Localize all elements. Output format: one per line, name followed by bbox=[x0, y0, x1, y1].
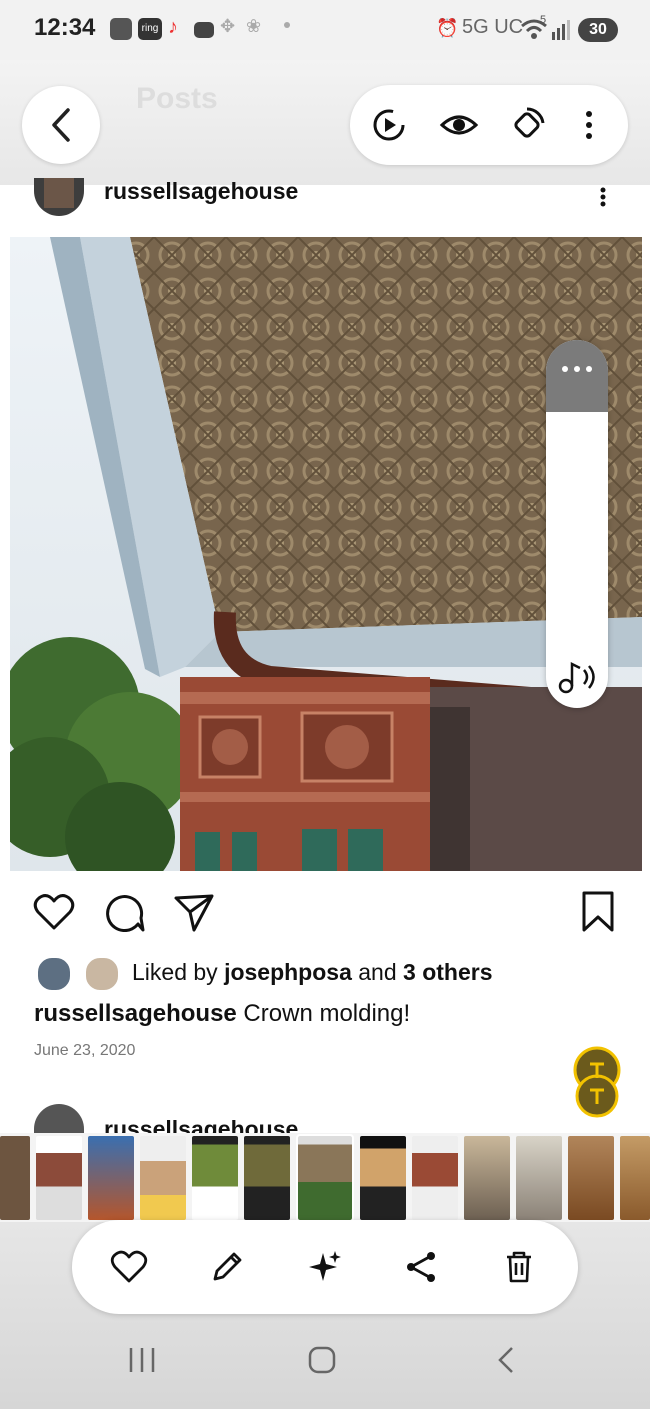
signal-superscript: 5 bbox=[540, 14, 547, 26]
edit-icon bbox=[213, 1252, 242, 1281]
liked-by-prefix: Liked by bbox=[132, 959, 225, 985]
thumbnail[interactable] bbox=[88, 1136, 134, 1220]
sparkle-icon bbox=[309, 1251, 341, 1281]
network-type: 5G UC bbox=[462, 16, 524, 38]
back-button[interactable] bbox=[22, 86, 100, 164]
rotate-button[interactable] bbox=[504, 102, 550, 148]
share-button[interactable] bbox=[398, 1244, 444, 1290]
back-icon bbox=[498, 1347, 513, 1373]
post-date: June 23, 2020 bbox=[34, 1042, 136, 1059]
thumbnail[interactable] bbox=[568, 1136, 614, 1220]
thumbnail-selected[interactable] bbox=[296, 1134, 354, 1222]
liked-by-text[interactable]: Liked by josephposa and 3 others bbox=[132, 959, 493, 986]
cast-icon bbox=[110, 18, 132, 40]
fan-icon: ❀ bbox=[246, 16, 262, 36]
status-time: 12:34 bbox=[34, 14, 96, 41]
view-button[interactable] bbox=[436, 102, 482, 148]
recent-apps-button[interactable] bbox=[122, 1340, 162, 1380]
alarm-icon: ⏰ bbox=[436, 18, 459, 38]
volume-slider-header bbox=[546, 340, 608, 412]
ai-enhance-button[interactable] bbox=[302, 1244, 348, 1290]
post-caption: russellsagehouse Crown molding! bbox=[34, 1000, 410, 1028]
dots-icon: ✥ bbox=[220, 16, 236, 36]
recent-apps-icon bbox=[129, 1348, 155, 1372]
thumbnail[interactable] bbox=[140, 1136, 186, 1220]
comment-icon[interactable] bbox=[102, 890, 146, 934]
heart-icon bbox=[110, 1250, 148, 1283]
like-icon[interactable] bbox=[32, 890, 76, 934]
home-button[interactable] bbox=[302, 1340, 342, 1380]
play-motion-icon bbox=[373, 109, 405, 141]
battery-indicator: 30 bbox=[578, 18, 618, 42]
rotate-icon bbox=[514, 107, 545, 138]
thumbnail[interactable] bbox=[192, 1136, 238, 1220]
volume-slider[interactable] bbox=[546, 340, 608, 708]
thumbnail[interactable] bbox=[244, 1136, 290, 1220]
home-icon bbox=[308, 1346, 336, 1374]
thumbnail[interactable] bbox=[464, 1136, 510, 1220]
text-extract-icon[interactable] bbox=[566, 1046, 624, 1118]
post-username[interactable]: russellsagehouse bbox=[104, 178, 298, 205]
favorite-button[interactable] bbox=[106, 1244, 152, 1290]
thumbnail[interactable] bbox=[412, 1136, 458, 1220]
eye-icon bbox=[439, 115, 479, 135]
more-notifications-dot bbox=[284, 22, 290, 28]
liker-avatar-1[interactable] bbox=[36, 956, 72, 992]
mail-icon bbox=[194, 22, 214, 38]
bookmark-icon[interactable] bbox=[576, 890, 620, 934]
tiktok-icon: ♪ bbox=[168, 16, 178, 38]
share-icon bbox=[407, 1252, 435, 1282]
more-options-button[interactable] bbox=[566, 102, 612, 148]
post-more-icon[interactable] bbox=[596, 186, 610, 212]
thumbnail[interactable] bbox=[620, 1136, 650, 1220]
nav-back-button[interactable] bbox=[486, 1340, 526, 1380]
more-vertical-icon bbox=[586, 111, 592, 139]
liked-by-user[interactable]: josephposa bbox=[224, 959, 352, 985]
liked-by-and: and bbox=[351, 959, 404, 985]
liker-avatar-2[interactable] bbox=[84, 956, 120, 992]
caption-username[interactable]: russellsagehouse bbox=[34, 1000, 237, 1027]
chevron-left-icon bbox=[52, 108, 70, 142]
media-volume-icon bbox=[558, 661, 595, 694]
thumbnail[interactable] bbox=[36, 1136, 82, 1220]
caption-text: Crown molding! bbox=[236, 1000, 411, 1027]
motion-photo-button[interactable] bbox=[366, 102, 412, 148]
delete-icon bbox=[507, 1251, 531, 1283]
edit-button[interactable] bbox=[204, 1244, 250, 1290]
delete-button[interactable] bbox=[496, 1244, 542, 1290]
ring-icon: ring bbox=[138, 18, 162, 40]
background-page-title: Posts bbox=[136, 82, 218, 115]
volume-more-icon[interactable] bbox=[559, 362, 595, 376]
share-send-icon[interactable] bbox=[172, 890, 216, 934]
thumbnail[interactable] bbox=[360, 1136, 406, 1220]
liked-by-others[interactable]: 3 others bbox=[403, 959, 492, 985]
thumbnail[interactable] bbox=[0, 1136, 30, 1220]
thumbnail[interactable] bbox=[516, 1136, 562, 1220]
